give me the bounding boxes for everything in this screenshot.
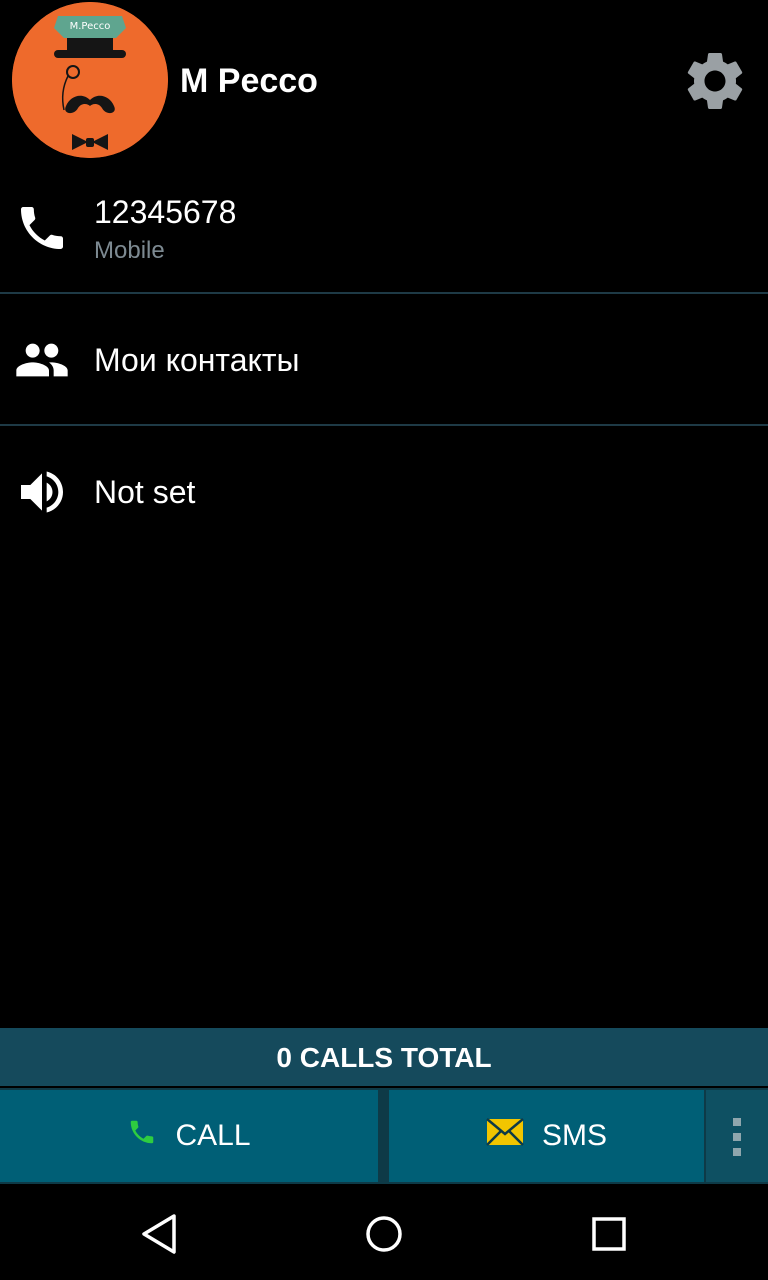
call-button-label: CALL (175, 1119, 251, 1152)
system-navigation-bar (0, 1184, 768, 1280)
contact-details-screen: M.Pecco M Pecco 12345678 Mobile Мои конт… (0, 0, 768, 1280)
call-button[interactable]: CALL (0, 1090, 378, 1182)
envelope-icon (486, 1118, 524, 1154)
recents-square-icon (592, 1217, 626, 1251)
people-icon (14, 332, 70, 388)
mustache-logo-image: M.Pecco (12, 2, 168, 158)
action-bar: CALL SMS (0, 1088, 768, 1184)
gear-icon (687, 53, 743, 109)
group-label: Мои контакты (94, 342, 300, 378)
contact-header: M.Pecco M Pecco (0, 0, 768, 160)
phone-type-label: Mobile (94, 237, 165, 264)
contact-avatar[interactable]: M.Pecco (12, 2, 168, 158)
overflow-menu-icon (733, 1118, 741, 1156)
home-button[interactable] (360, 1210, 408, 1258)
svg-text:M.Pecco: M.Pecco (70, 21, 111, 32)
phone-number: 12345678 (94, 194, 237, 230)
phone-call-icon (127, 1117, 157, 1155)
ringtone-row[interactable]: Not set (0, 428, 768, 556)
phone-icon (14, 200, 70, 256)
sms-button[interactable]: SMS (389, 1090, 704, 1182)
row-divider (0, 424, 768, 426)
settings-button[interactable] (680, 46, 750, 116)
ringtone-label: Not set (94, 474, 196, 510)
recents-button[interactable] (584, 1210, 632, 1258)
row-divider (0, 292, 768, 294)
back-triangle-icon (142, 1214, 176, 1254)
calls-total-banner: 0 CALLS TOTAL (0, 1028, 768, 1086)
sms-button-label: SMS (541, 1119, 607, 1152)
volume-icon (14, 464, 70, 520)
contact-name: M Pecco (180, 62, 318, 100)
home-circle-icon (366, 1216, 402, 1252)
phone-number-row[interactable]: 12345678 Mobile (0, 180, 768, 292)
back-button[interactable] (136, 1210, 184, 1258)
group-row[interactable]: Мои контакты (0, 296, 768, 424)
more-options-button[interactable] (706, 1090, 768, 1182)
